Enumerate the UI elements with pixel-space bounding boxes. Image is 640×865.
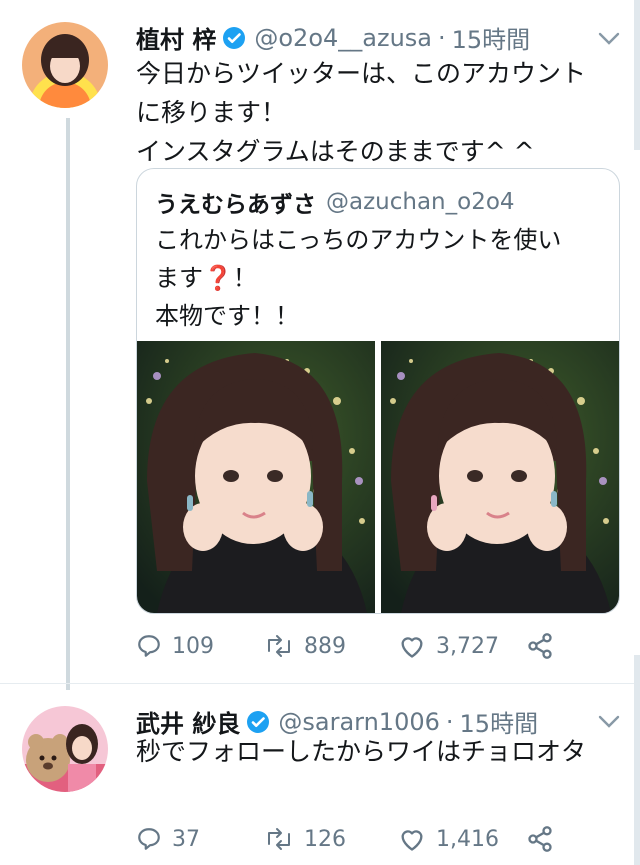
share-icon [528,826,552,852]
retweet-count: 889 [304,633,346,659]
scrollbar-lower[interactable] [634,655,640,865]
quoted-handle: @azuchan_o2o4 [326,189,515,215]
reply-button[interactable]: 109 [136,633,264,659]
tweet-header: 植村 梓 @o2o4__azusa · 15時間 [136,20,530,55]
verified-icon [246,710,270,734]
like-button[interactable]: 3,727 [398,633,526,659]
quoted-tweet[interactable]: うえむらあずさ @azuchan_o2o4 これからはこっちのアカウントを使い … [136,168,620,614]
reply-count: 109 [172,633,214,659]
retweet-count: 126 [304,826,346,852]
avatar[interactable] [22,706,108,792]
like-icon [401,830,423,851]
reply-icon [138,828,160,850]
reply-count: 37 [172,826,200,852]
retweet-icon [268,828,290,850]
tweet-text: 今日からツイッターは、このアカウント に移ります！ インスタグラムはそのままです… [136,59,587,166]
separator-dot: · [438,23,446,52]
quoted-tweet-header: うえむらあずさ @azuchan_o2o4 [155,185,515,219]
like-icon [401,637,423,658]
chevron-down-icon[interactable] [598,31,620,45]
quoted-photo-2[interactable] [381,341,619,613]
quoted-tweet-text: これからはこっちのアカウントを使い ます❓！ 本物です！！ [155,226,562,330]
scrollbar[interactable] [634,0,640,150]
reply-button[interactable]: 37 [136,826,264,852]
tweet-actions: 109 889 3,727 [136,632,564,660]
like-button[interactable]: 1,416 [398,826,526,852]
quoted-photo-1[interactable] [137,341,375,613]
handle[interactable]: @o2o4__azusa [254,24,432,52]
like-count: 3,727 [436,633,499,659]
reply-icon [138,635,160,657]
share-icon [528,633,552,659]
tweet-actions: 37 126 1,416 [136,825,564,853]
tweet-divider [0,683,640,684]
tweet-text: 秒でフォローしたからワイはチョロオタ [136,737,587,766]
chevron-down-icon[interactable] [598,714,620,728]
retweet-button[interactable]: 889 [264,633,398,659]
verified-icon [222,26,246,50]
avatar[interactable] [22,22,108,108]
display-name[interactable]: 植村 梓 [136,20,216,55]
share-button[interactable] [526,825,564,853]
quoted-display-name: うえむらあずさ [155,192,316,218]
retweet-icon [268,635,290,657]
thread-line [66,118,70,690]
retweet-button[interactable]: 126 [264,826,398,852]
like-count: 1,416 [436,826,499,852]
share-button[interactable] [526,632,564,660]
timestamp[interactable]: 15時間 [452,20,531,55]
